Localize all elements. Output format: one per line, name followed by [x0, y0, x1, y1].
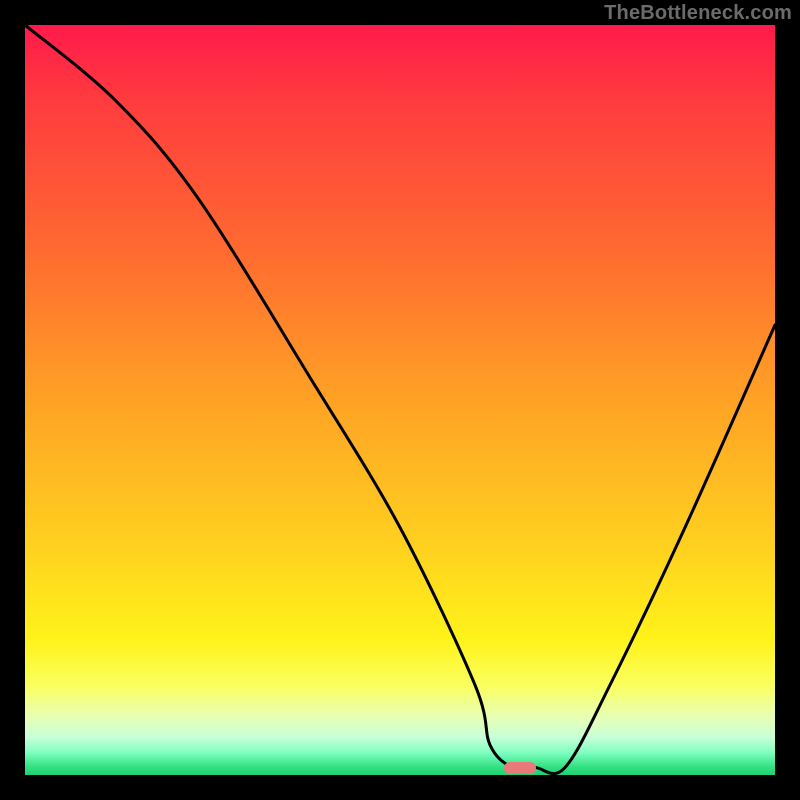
bottleneck-curve [25, 25, 775, 775]
optimal-marker [504, 762, 536, 774]
plot-area [25, 25, 775, 775]
watermark-text: TheBottleneck.com [604, 2, 792, 25]
chart-frame: TheBottleneck.com [0, 0, 800, 800]
